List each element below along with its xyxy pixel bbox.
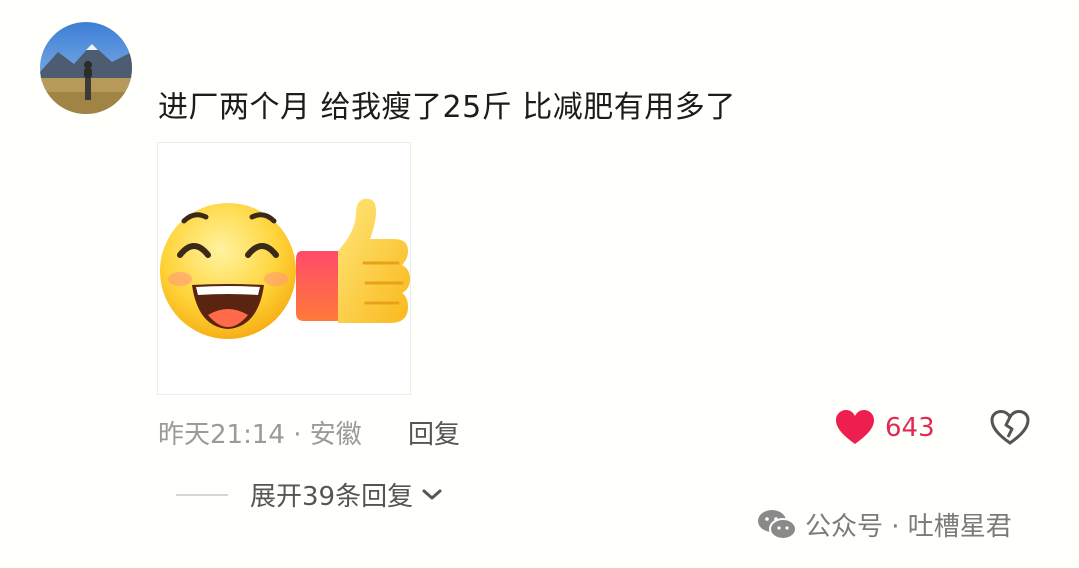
comment-meta: 昨天21:14 · 安徽 [158, 420, 362, 450]
divider-line [176, 493, 228, 496]
dislike-button[interactable] [990, 409, 1030, 450]
like-count: 643 [885, 413, 935, 443]
like-button[interactable]: 643 [835, 410, 935, 446]
broken-heart-icon [990, 409, 1030, 445]
expand-replies-button[interactable]: 展开39条回复 [176, 476, 443, 513]
heart-icon [836, 410, 874, 444]
watermark-text: 公众号 · 吐槽星君 [805, 512, 1012, 542]
laughing-thumbs-up-emoji-icon [160, 198, 410, 339]
wechat-icon [758, 509, 797, 540]
chevron-down-icon [422, 489, 442, 499]
sticker-image[interactable] [157, 142, 411, 395]
expand-replies-label: 展开39条回复 [250, 482, 414, 512]
comment-text: 进厂两个月 给我瘦了25斤 比减肥有用多了 [158, 90, 736, 125]
watermark: 公众号 · 吐槽星君 [757, 506, 1012, 543]
user-avatar[interactable] [40, 22, 132, 114]
reply-button[interactable]: 回复 [408, 414, 460, 451]
